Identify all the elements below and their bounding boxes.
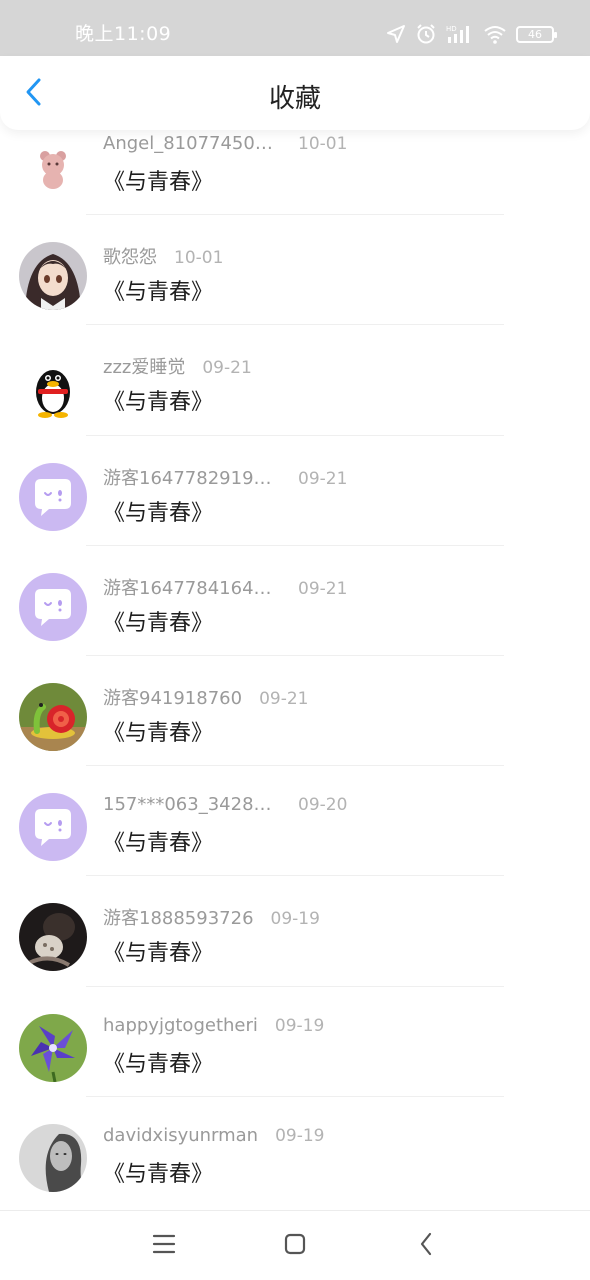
item-meta: 游客16477829191... 09-21 [103,464,347,490]
work-title: 《与青春》 [103,170,214,195]
item-date: 09-19 [270,909,320,930]
header-bar: 收藏 [0,56,590,130]
item-date: 09-21 [298,578,348,599]
user-name: 游客16477829191... [103,467,281,489]
avatar[interactable] [19,1013,87,1082]
user-name: 游客1888593726 [103,908,254,930]
favorites-list: Angel_810774506... 10-01 《与青春》 歌怨怨 10-01… [0,105,590,1210]
location-icon [386,24,406,44]
list-item[interactable]: zzz爱睡觉 09-21 《与青春》 [0,325,590,436]
work-title: 《与青春》 [103,941,214,967]
item-date: 09-21 [259,688,309,709]
menu-button[interactable] [149,1231,179,1261]
list-item[interactable]: 游客16477829191... 09-21 《与青春》 [0,436,590,546]
avatar[interactable] [19,793,87,862]
list-item[interactable]: davidxisyunrman 09-19 《与青春》 [0,1097,590,1207]
item-meta: 游客1888593726 09-19 [103,904,320,930]
wifi-icon [483,24,507,44]
item-date: 09-19 [275,1125,325,1146]
item-date: 09-21 [202,358,252,379]
item-meta: 游客941918760 09-21 [103,684,308,710]
work-title: 《与青春》 [103,720,214,746]
work-title: 《与青春》 [103,1051,214,1077]
work-title: 《与青春》 [103,500,214,526]
user-name: 游客16477841645... [103,577,281,599]
user-name: happyjgtogetheri [103,1014,258,1036]
list-item[interactable]: 157***063_34285... 09-20 《与青春》 [0,766,590,877]
item-date: 10-01 [174,248,224,269]
item-date: 10-01 [298,134,348,154]
signal-icon: HD [446,23,474,45]
user-name: 歌怨怨 [103,247,157,269]
home-icon [284,1233,306,1259]
work-title: 《与青春》 [103,610,214,636]
user-name: zzz爱睡觉 [103,357,186,379]
avatar[interactable] [19,242,87,311]
back-icon [419,1232,433,1260]
item-date: 09-21 [298,468,348,489]
work-title: 《与青春》 [103,280,214,306]
status-time: 晚上11:09 [75,23,172,45]
status-bar: 晚上11:09 HD 46 [0,0,590,56]
item-date: 09-19 [274,1015,325,1036]
item-meta: 157***063_34285... 09-20 [103,794,347,815]
avatar[interactable] [19,682,87,751]
menu-icon [152,1233,176,1259]
status-icons: HD 46 [386,20,557,48]
item-date: 09-20 [298,795,348,816]
page-title: 收藏 [268,84,321,114]
list-item[interactable]: 游客16477841645... 09-21 《与青春》 [0,546,590,656]
work-title: 《与青春》 [103,390,214,416]
avatar[interactable] [19,462,87,531]
list-item[interactable]: 游客1888593726 09-19 《与青春》 [0,876,590,987]
item-meta: happyjgtogetheri 09-19 [103,1015,324,1036]
user-name: 157***063_34285... [103,794,281,816]
list-item[interactable]: happyjgtogetheri 09-19 《与青春》 [0,987,590,1097]
avatar[interactable] [19,903,87,972]
user-name: 游客941918760 [103,687,243,709]
battery-icon: 46 [516,25,557,43]
item-meta: Angel_810774506... 10-01 [103,133,347,154]
avatar[interactable] [19,352,87,421]
svg-text:HD: HD [446,25,457,33]
user-name: davidxisyunrman [103,1124,259,1146]
home-button[interactable] [280,1231,310,1261]
alarm-icon [415,23,437,45]
item-meta: 游客16477841645... 09-21 [103,574,347,600]
system-back-button[interactable] [411,1231,441,1261]
item-meta: 歌怨怨 10-01 [103,243,223,269]
list-item[interactable]: 游客941918760 09-21 《与青春》 [0,656,590,767]
system-nav-bar [0,1210,590,1280]
avatar[interactable] [19,572,87,641]
work-title: 《与青春》 [103,831,214,857]
work-title: 《与青春》 [103,1161,214,1187]
item-meta: davidxisyunrman 09-19 [103,1125,325,1146]
avatar[interactable] [19,1123,87,1192]
item-meta: zzz爱睡觉 09-21 [103,353,252,379]
user-name: Angel_810774506... [103,133,281,154]
avatar[interactable] [19,132,87,200]
list-item[interactable]: 歌怨怨 10-01 《与青春》 [0,215,590,326]
